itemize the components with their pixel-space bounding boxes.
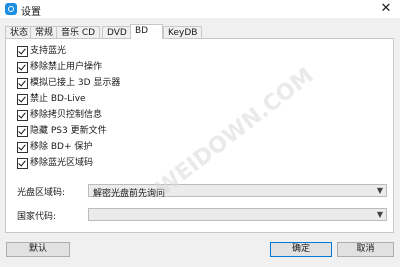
tab-audio-cd[interactable]: 音乐 CD bbox=[56, 26, 101, 38]
cancel-button[interactable]: 取消 bbox=[337, 242, 394, 257]
checkbox-checked-icon[interactable] bbox=[17, 158, 28, 169]
tab-general[interactable]: 常规 bbox=[30, 26, 59, 38]
checkbox-checked-icon[interactable] bbox=[17, 110, 28, 121]
option-label: 支持蓝光 bbox=[30, 46, 67, 56]
chevron-down-icon: ▼ bbox=[376, 186, 383, 195]
region-code-select[interactable]: 解密光盘前先询问 ▼ bbox=[88, 184, 387, 199]
checkbox-checked-icon[interactable] bbox=[17, 62, 28, 73]
option-remove-copy-control[interactable]: 移除拷贝控制信息 bbox=[17, 109, 102, 121]
ok-button[interactable]: 确定 bbox=[270, 242, 332, 257]
option-label: 移除蓝光区域码 bbox=[30, 158, 94, 168]
title-bar: 设置 ✕ bbox=[0, 0, 400, 18]
chevron-down-icon: ▼ bbox=[376, 210, 383, 219]
tab-status[interactable]: 状态 bbox=[5, 26, 34, 38]
option-remove-bdplus[interactable]: 移除 BD+ 保护 bbox=[17, 141, 92, 153]
option-label: 禁止 BD-Live bbox=[30, 94, 86, 104]
window-title: 设置 bbox=[21, 7, 41, 18]
country-code-label: 国家代码: bbox=[17, 212, 57, 222]
option-remove-region-code[interactable]: 移除蓝光区域码 bbox=[17, 157, 93, 169]
checkbox-checked-icon[interactable] bbox=[17, 78, 28, 89]
checkbox-checked-icon[interactable] bbox=[17, 94, 28, 105]
region-code-label: 光盘区域码: bbox=[17, 188, 66, 198]
option-enable-bluray[interactable]: 支持蓝光 bbox=[17, 45, 66, 57]
option-label: 移除禁止用户操作 bbox=[30, 62, 103, 72]
option-hide-ps3-update[interactable]: 隐藏 PS3 更新文件 bbox=[17, 125, 107, 137]
option-remove-uop[interactable]: 移除禁止用户操作 bbox=[17, 61, 102, 73]
country-code-select[interactable]: ▼ bbox=[88, 208, 387, 221]
tab-dvd[interactable]: DVD bbox=[102, 26, 132, 38]
bd-settings-panel: 支持蓝光 移除禁止用户操作 模拟已接上 3D 显示器 禁止 BD-Live 移除… bbox=[5, 38, 394, 233]
tab-bd[interactable]: BD bbox=[130, 24, 163, 39]
option-label: 隐藏 PS3 更新文件 bbox=[30, 126, 107, 136]
option-label: 移除拷贝控制信息 bbox=[30, 110, 103, 120]
option-emulate-3d[interactable]: 模拟已接上 3D 显示器 bbox=[17, 77, 120, 89]
default-button[interactable]: 默认 bbox=[6, 242, 70, 257]
checkbox-checked-icon[interactable] bbox=[17, 142, 28, 153]
app-logo-icon bbox=[5, 3, 17, 15]
region-code-value: 解密光盘前先询问 bbox=[93, 189, 166, 199]
option-disable-bdlive[interactable]: 禁止 BD-Live bbox=[17, 93, 86, 105]
checkbox-checked-icon[interactable] bbox=[17, 46, 28, 57]
option-label: 模拟已接上 3D 显示器 bbox=[30, 78, 121, 88]
close-button[interactable]: ✕ bbox=[378, 1, 394, 17]
tab-keydb[interactable]: KeyDB bbox=[163, 26, 203, 38]
checkbox-checked-icon[interactable] bbox=[17, 126, 28, 137]
option-label: 移除 BD+ 保护 bbox=[30, 142, 93, 152]
